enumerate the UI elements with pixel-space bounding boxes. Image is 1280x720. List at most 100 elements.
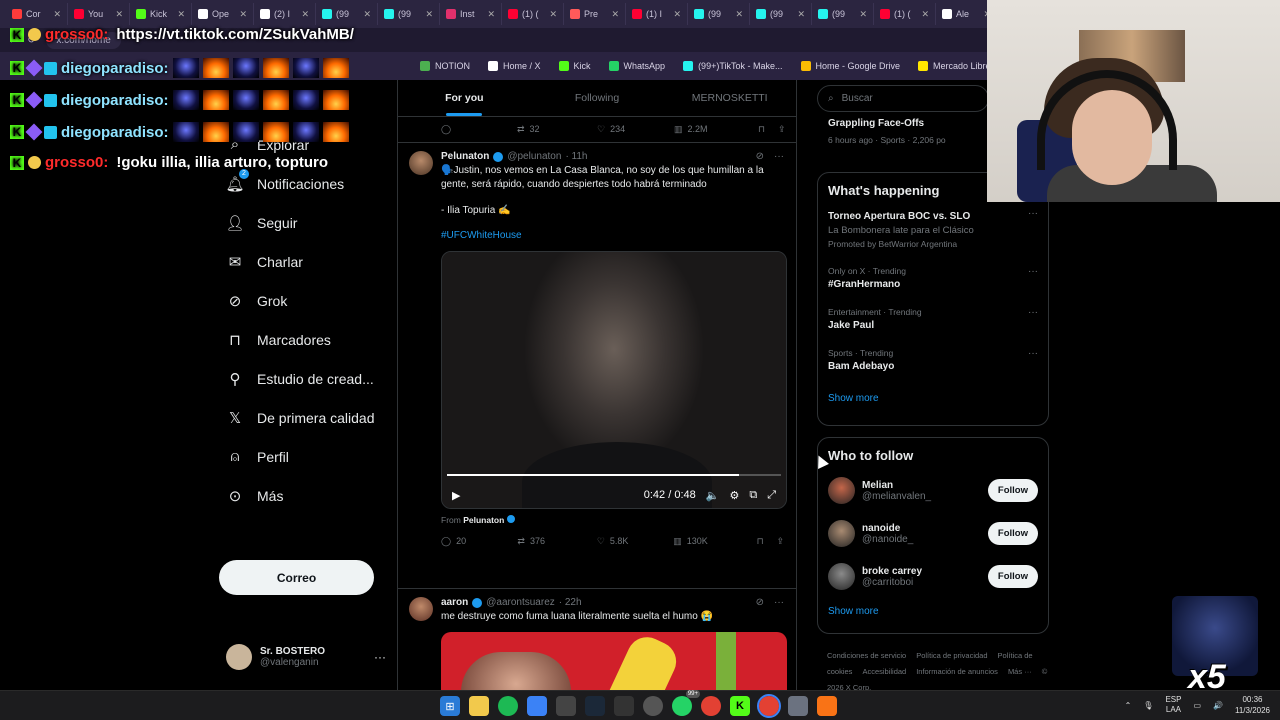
spotify-icon[interactable] <box>498 696 518 716</box>
more-options-icon[interactable]: ··· <box>1028 266 1038 277</box>
microphone-icon[interactable]: 🎙 <box>1143 701 1153 710</box>
tab-following[interactable]: Following <box>531 80 664 116</box>
show-more-link[interactable]: Show more <box>818 598 1048 625</box>
close-icon[interactable]: ✕ <box>53 9 61 20</box>
browser-tab[interactable]: Kick ✕ <box>130 3 192 25</box>
views-button[interactable]: ▥ 2.2M <box>674 124 758 135</box>
close-icon[interactable]: ✕ <box>921 9 929 20</box>
close-icon[interactable]: ✕ <box>735 9 743 20</box>
avatar[interactable] <box>828 563 855 590</box>
language-indicator[interactable]: ESP LAA <box>1165 695 1181 715</box>
clock[interactable]: 00:36 11/3/2026 <box>1235 694 1270 716</box>
store-icon[interactable] <box>527 696 547 716</box>
file-explorer-icon[interactable] <box>469 696 489 716</box>
retweet-button[interactable]: ⇄ 376 <box>517 536 596 547</box>
follow-suggestion[interactable]: nanoide @nanoide_ Follow <box>818 512 1048 555</box>
follow-button[interactable]: Follow <box>987 522 1038 545</box>
views-button[interactable]: ▥ 130K <box>673 536 756 547</box>
tweet-author-name[interactable]: Pelunaton <box>441 151 489 162</box>
app-icon[interactable] <box>817 696 837 716</box>
obs-icon[interactable] <box>643 696 663 716</box>
browser-tab[interactable]: You ✕ <box>68 3 130 25</box>
close-icon[interactable]: ✕ <box>363 9 371 20</box>
chevron-up-icon[interactable]: ⌃ <box>1125 701 1132 710</box>
sidebar-item-m-s[interactable]: ⊙ Más <box>215 476 395 515</box>
grok-icon[interactable]: ⊘ <box>756 597 764 608</box>
avatar[interactable] <box>409 597 433 621</box>
close-icon[interactable]: ✕ <box>611 9 619 20</box>
tab-for-you[interactable]: For you <box>398 80 531 116</box>
sidebar-item-marcadores[interactable]: ⊓ Marcadores <box>215 320 395 359</box>
close-icon[interactable]: ✕ <box>177 9 185 20</box>
more-options-icon[interactable]: ··· <box>774 151 784 162</box>
tweet-time[interactable]: · 11h <box>565 151 587 162</box>
avatar[interactable] <box>828 477 855 504</box>
sidebar-item-explorar[interactable]: ⌕ Explorar <box>215 125 395 164</box>
browser-tab[interactable]: (2) I ✕ <box>254 3 316 25</box>
kick-icon[interactable]: K <box>730 696 750 716</box>
close-icon[interactable]: ✕ <box>797 9 805 20</box>
bookmark-item[interactable]: (99+)TikTok - Make... <box>683 61 783 71</box>
sidebar-item-seguir[interactable]: 👤︎ Seguir <box>215 203 395 242</box>
browser-tab[interactable]: Cor ✕ <box>6 3 68 25</box>
close-icon[interactable]: ✕ <box>301 9 309 20</box>
sidebar-item-de-primera-calidad[interactable]: 𝕏 De primera calidad <box>215 398 395 437</box>
trend-item[interactable]: Sports · Trending Bam Adebayo ··· <box>818 344 1048 385</box>
footer-link[interactable]: Información de anuncios <box>916 667 998 676</box>
reply-icon[interactable]: ◯ <box>441 124 517 135</box>
tweet-pelunaton[interactable]: Pelunaton @pelunaton · 11h ⊘ ··· 🗣️Justin… <box>398 143 796 589</box>
show-more-link[interactable]: Show more <box>818 385 1048 412</box>
steam-icon[interactable] <box>585 696 605 716</box>
account-switcher[interactable]: Sr. BOSTERO @valenganin ··· <box>226 644 386 670</box>
close-icon[interactable]: ✕ <box>487 9 495 20</box>
app-icon[interactable] <box>614 696 634 716</box>
video-player[interactable]: ▶ 0:42 / 0:48 🔈 ⚙ ⧉ ⤢ <box>441 251 787 509</box>
more-options-icon[interactable]: ··· <box>1028 208 1038 219</box>
follow-button[interactable]: Follow <box>987 565 1038 588</box>
bookmark-item[interactable]: WhatsApp <box>608 61 665 71</box>
notepad-icon[interactable] <box>788 696 808 716</box>
close-icon[interactable]: ✕ <box>673 9 681 20</box>
browser-tab[interactable]: (99 ✕ <box>812 3 874 25</box>
hashtag-link[interactable]: #UFCWhiteHouse <box>441 230 784 241</box>
follow-suggestion[interactable]: Melian @melianvalen_ Follow <box>818 469 1048 512</box>
start-icon[interactable]: ⊞ <box>440 696 460 716</box>
sidebar-item-estudio-de-cread[interactable]: ⚲ Estudio de cread... <box>215 359 395 398</box>
more-options-icon[interactable]: ··· <box>774 597 784 608</box>
tab-mernosketti[interactable]: MERNOSKETTI <box>663 80 796 116</box>
browser-tab[interactable]: (99 ✕ <box>750 3 812 25</box>
browser-tab[interactable]: Pre ✕ <box>564 3 626 25</box>
footer-link[interactable]: Más ··· <box>1008 667 1032 676</box>
browser-tab[interactable]: Inst ✕ <box>440 3 502 25</box>
trend-item[interactable]: Torneo Apertura BOC vs. SLO La Bombonera … <box>818 204 1048 262</box>
trend-item[interactable]: Only on X · Trending #GranHermano ··· <box>818 262 1048 303</box>
footer-link[interactable]: Política de privacidad <box>916 651 987 660</box>
close-icon[interactable]: ✕ <box>425 9 433 20</box>
footer-link[interactable]: Condiciones de servicio <box>827 651 906 660</box>
like-button[interactable]: ♡ 234 <box>597 124 674 135</box>
app-icon[interactable] <box>556 696 576 716</box>
follow-suggestion[interactable]: broke carrey @carritoboi Follow <box>818 555 1048 598</box>
volume-icon[interactable]: 🔊 <box>1213 701 1223 710</box>
browser-tab[interactable]: (1) (✕ <box>874 3 936 25</box>
follow-button[interactable]: Follow <box>987 479 1038 502</box>
sidebar-item-grok[interactable]: ⊘ Grok <box>215 281 395 320</box>
grok-icon[interactable]: ⊘ <box>756 151 764 162</box>
chrome-icon[interactable] <box>701 696 721 716</box>
reload-icon[interactable]: ⟳ <box>28 35 36 46</box>
browser-tab[interactable]: Ope ✕ <box>192 3 254 25</box>
share-icon[interactable]: ⇪ <box>778 124 786 135</box>
picture-in-picture-icon[interactable]: ⧉ <box>749 489 757 502</box>
browser-tab[interactable]: (99 ✕ <box>378 3 440 25</box>
avatar[interactable] <box>409 151 433 175</box>
like-button[interactable]: ♡ 5.8K <box>597 536 673 547</box>
close-icon[interactable]: ✕ <box>549 9 557 20</box>
more-options-icon[interactable]: ··· <box>374 650 386 664</box>
retweet-button[interactable]: ⇄ 32 <box>517 124 597 135</box>
tweet-image[interactable] <box>441 632 787 690</box>
bookmark-icon[interactable]: ⊓ <box>758 124 778 135</box>
tweet-handle[interactable]: @pelunaton <box>507 151 561 162</box>
post-button[interactable]: Correo <box>219 560 374 595</box>
sidebar-item-charlar[interactable]: ✉ Charlar <box>215 242 395 281</box>
bookmark-item[interactable]: NOTION <box>420 61 470 71</box>
